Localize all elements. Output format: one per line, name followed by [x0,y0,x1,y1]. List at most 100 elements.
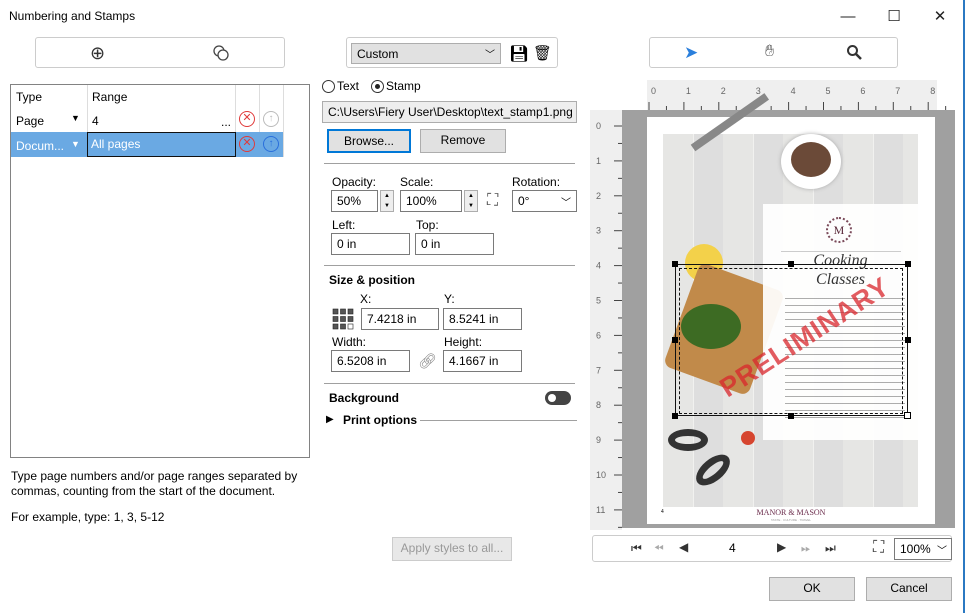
opacity-input[interactable]: 50% [331,190,378,212]
rotation-select[interactable]: 0° ﹀ [512,190,577,212]
range-cell[interactable]: 4 [87,111,104,131]
left-toolbar: ⊕ [35,37,285,68]
close-button[interactable]: ✕ [925,4,955,28]
minimize-button[interactable]: — [833,4,863,28]
ruler-tick-label: 11 [596,505,605,515]
help-text: Type page numbers and/or page ranges sep… [11,469,298,498]
ruler-tick-label: 10 [596,470,606,480]
preset-select[interactable]: Custom ﹀ [351,43,501,64]
dropdown-arrow-icon[interactable]: ▼ [71,139,80,149]
expand-triangle-icon[interactable]: ▶ [326,414,334,425]
ok-button[interactable]: OK [769,577,855,601]
ruler-tick-label: 8 [930,86,935,96]
page-nav-bar: ⏮︎ ⏪︎ ◀ 4 ▶ ⏩︎ ⏭︎ ⛶ 100% ﹀ [592,535,952,562]
height-input[interactable]: 4.1667 in [443,350,522,372]
y-label: Y: [444,292,455,306]
save-icon[interactable]: 💾︎ [509,44,529,64]
plus-circle-icon[interactable]: ⊕ [90,43,105,64]
brand-logo: MANOR & MASON [756,508,826,517]
ruler-tick-label: 0 [651,86,656,96]
mode-radio-group: Text Stamp [322,79,421,93]
width-input[interactable]: 6.5208 in [331,350,410,372]
opacity-stepper[interactable]: ▲ ▼ [380,190,394,212]
resize-handle[interactable] [788,261,794,267]
resize-handle[interactable] [672,413,678,419]
x-input[interactable]: 7.4218 in [361,308,439,330]
resize-handle[interactable] [788,413,794,419]
delete-icon[interactable]: ✕ [239,136,255,152]
remove-button[interactable]: Remove [420,129,506,153]
left-input[interactable]: 0 in [331,233,410,255]
resize-handle[interactable] [672,337,678,343]
last-page-icon[interactable]: ⏭︎ [825,541,836,556]
resize-handle[interactable] [672,261,678,267]
preview-toolbar: ➤ ✋︎ [649,37,898,68]
print-options-toggle[interactable]: Print options [343,413,417,427]
ruler-tick-label: 1 [596,156,601,166]
ruler-tick-label: 7 [596,365,601,375]
vertical-ruler [590,110,622,530]
top-input[interactable]: 0 in [415,233,494,255]
scale-stepper[interactable]: ▲ ▼ [464,190,478,212]
cancel-button[interactable]: Cancel [866,577,952,601]
more-button[interactable]: ... [221,115,231,129]
opacity-label: Opacity: [332,175,377,189]
ruler-tick-label: 5 [596,296,601,306]
ruler-tick-label: 4 [596,261,601,271]
next-page-icon[interactable]: ▶ [777,540,786,554]
type-cell[interactable]: Docum... [11,136,69,156]
dropdown-arrow-icon[interactable]: ▼ [71,113,80,123]
browse-button[interactable]: Browse... [327,129,411,153]
delete-icon[interactable]: ✕ [239,111,255,127]
table-row[interactable]: Page ▼ 4 ... ✕ ↑ [11,107,309,132]
ruler-tick-label: 2 [721,86,726,96]
back-jump-icon: ⏪︎ [654,541,664,555]
zoom-select[interactable]: 100% ﹀ [894,538,952,560]
ruler-tick-label: 2 [596,191,601,201]
overlap-circles-icon [213,45,229,61]
x-label: X: [360,292,372,306]
chevron-down-icon: ﹀ [561,198,571,209]
link-icon[interactable]: 🔗︎ [418,352,437,370]
table-row-selected[interactable]: Docum... ▼ All pages ✕ ↑ [11,132,283,157]
background-label: Background [329,391,400,405]
maximize-button[interactable]: ☐ [879,4,909,28]
previous-page-icon[interactable]: ◀ [679,540,688,554]
apply-styles-button: Apply styles to all... [392,537,512,561]
radio-text[interactable]: Text [322,79,359,93]
file-path-field[interactable]: C:\Users\Fiery User\Desktop\text_stamp1.… [322,101,577,123]
ruler-tick-label: 6 [860,86,865,96]
radio-stamp[interactable]: Stamp [371,79,421,93]
width-label: Width: [332,335,367,349]
duplicate-button[interactable] [212,44,230,65]
ruler-tick-label: 6 [596,330,601,340]
resize-handle[interactable] [905,337,911,343]
rotation-label: Rotation: [512,175,561,189]
ruler-tick-label: 1 [686,86,691,96]
fit-icon[interactable]: ⛶ [487,192,498,210]
background-toggle[interactable] [545,391,571,405]
ruler-tick-label: 5 [826,86,831,96]
zoom-tool-icon[interactable] [846,44,862,63]
scale-input[interactable]: 100% [400,190,462,212]
left-label: Left: [332,218,356,232]
fit-page-icon[interactable]: ⛶ [873,539,884,557]
pointer-tool-icon[interactable]: ➤ [684,43,698,63]
hand-tool-icon[interactable]: ✋︎ [765,43,774,61]
move-up-icon[interactable]: ↑ [263,136,279,152]
range-cell[interactable]: All pages [87,132,236,157]
first-page-icon[interactable]: ⏮︎ [631,541,642,556]
height-label: Height: [444,335,483,349]
preset-toolbar: Custom ﹀ 💾︎ 🗑︎ [346,37,558,68]
anchor-grid-icon[interactable] [332,308,354,330]
resize-handle[interactable] [904,412,911,419]
y-input[interactable]: 8.5241 in [443,308,522,330]
ruler-tick-label: 7 [895,86,900,96]
range-table: Type Range Page ▼ 4 ... ✕ ↑ Docum... ▼ A… [10,84,310,458]
page-number[interactable]: 4 [729,541,736,555]
ruler-tick-label: 3 [756,86,761,96]
type-cell[interactable]: Page [11,111,49,131]
trash-icon[interactable]: 🗑︎ [533,44,552,62]
forward-jump-icon: ⏩︎ [801,541,811,555]
resize-handle[interactable] [905,261,911,267]
